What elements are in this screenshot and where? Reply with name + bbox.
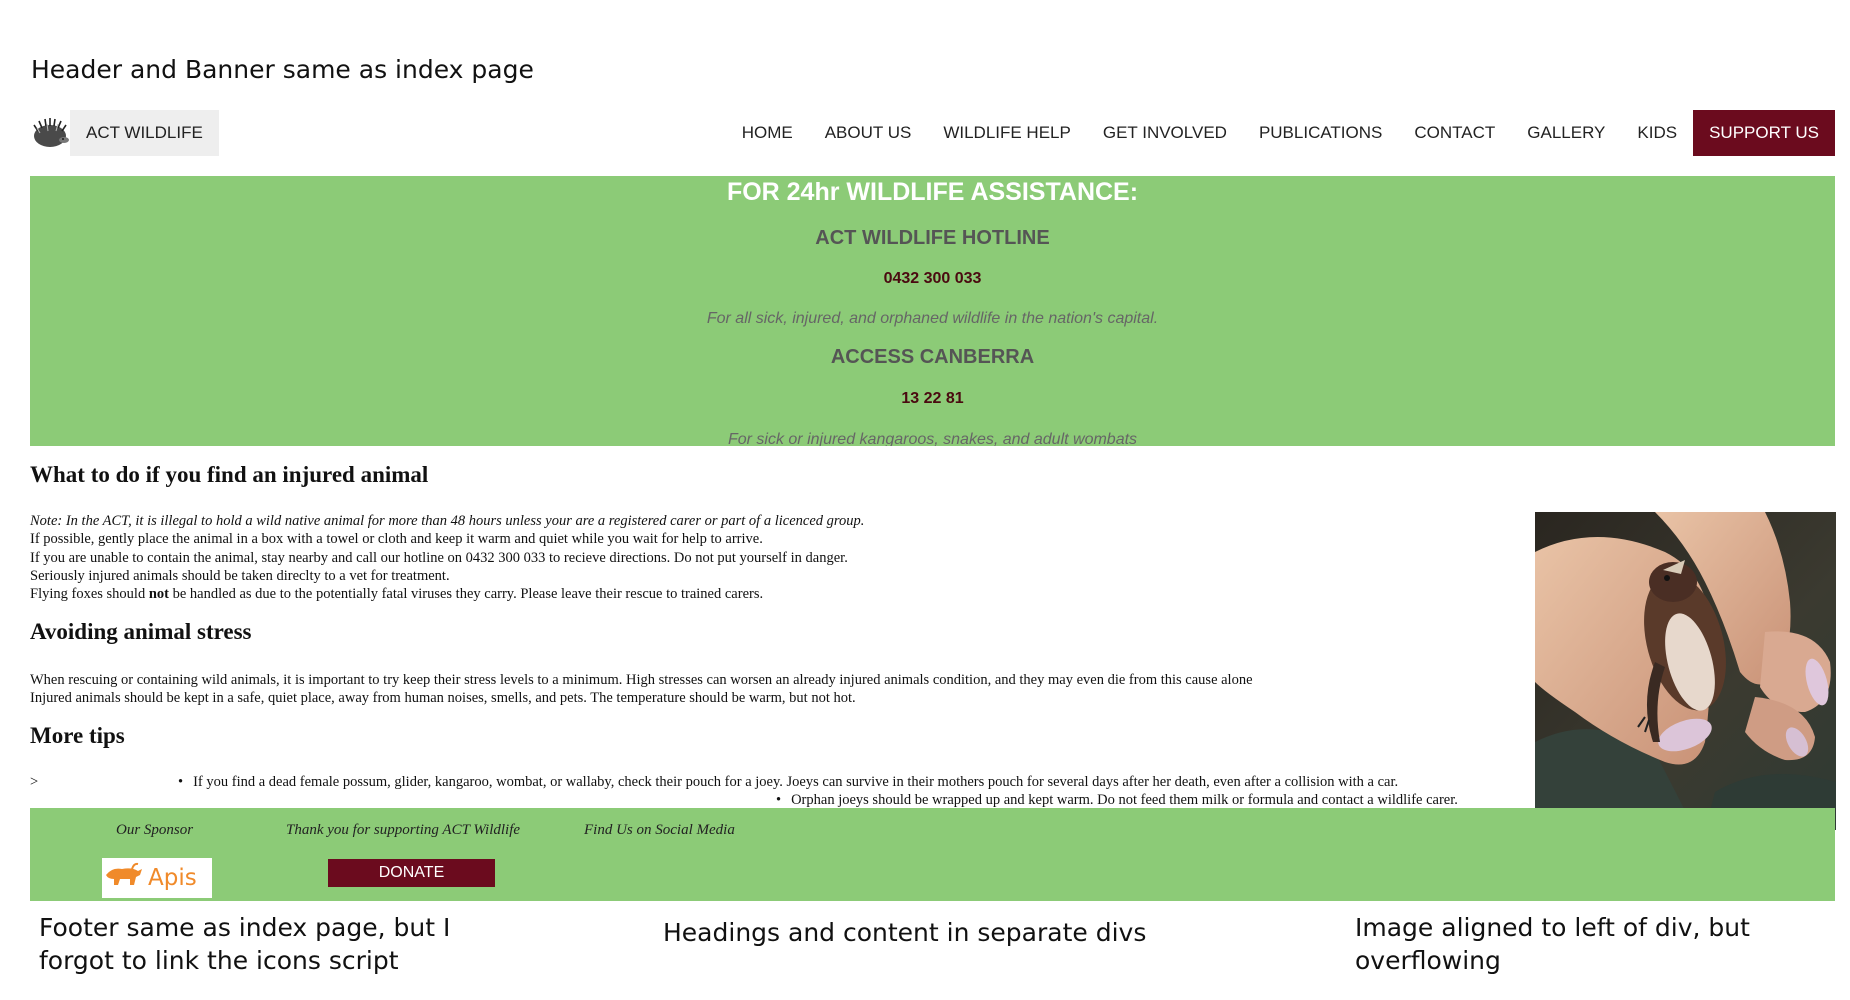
site-footer: Our Sponsor Thank you for supporting ACT… [30, 808, 1835, 901]
hotline-note: For all sick, injured, and orphaned wild… [706, 310, 1159, 327]
main-nav: HOME ABOUT US WILDLIFE HELP GET INVOLVED… [726, 110, 1835, 156]
bullet-icon: • [776, 792, 782, 808]
hotline-heading: ACT WILDLIFE HOTLINE [815, 227, 1050, 249]
apis-sponsor-logo[interactable]: Apis [102, 858, 212, 898]
section-heading-injured: What to do if you find an injured animal [30, 462, 428, 488]
content-line: When rescuing or containing wild animals… [30, 672, 1253, 688]
section-heading-tips: More tips [30, 723, 125, 749]
section-heading-stress: Avoiding animal stress [30, 619, 252, 645]
tip-list-item: • Orphan joeys should be wrapped up and k… [776, 792, 1458, 808]
social-media-label: Find Us on Social Media [584, 822, 735, 838]
heading-more-tips: More tips [30, 723, 125, 748]
nav-gallery[interactable]: GALLERY [1511, 110, 1621, 156]
donate-button[interactable]: DONATE [328, 859, 495, 887]
content-line: If possible, gently place the animal in … [30, 531, 763, 548]
heading-injured-animal: What to do if you find an injured animal [30, 462, 429, 487]
assistance-banner: FOR 24hr WILDLIFE ASSISTANCE: ACT WILDLI… [30, 176, 1835, 446]
bird-in-hand-photo [1535, 512, 1836, 830]
annotation-divs: Headings and content in separate divs [663, 918, 1147, 947]
site-header: ACT WILDLIFE HOME ABOUT US WILDLIFE HELP… [30, 110, 1835, 156]
access-canberra-phone[interactable]: 13 22 81 [30, 390, 1835, 408]
content-line: If you are unable to contain the animal,… [30, 549, 848, 566]
logo[interactable]: ACT WILDLIFE [30, 110, 219, 156]
section-text-stress: When rescuing or containing wild animals… [30, 671, 1480, 708]
annotation-image: Image aligned to left of div, but overfl… [1355, 913, 1750, 975]
echidna-logo-icon [30, 113, 70, 153]
legal-note: Note: In the ACT, it is illegal to hold … [30, 513, 865, 529]
flying-fox-line: Flying foxes should not be handled as du… [30, 586, 764, 603]
support-us-button[interactable]: SUPPORT US [1693, 110, 1835, 156]
content-line: Injured animals should be kept in a safe… [30, 690, 856, 707]
hotline-phone[interactable]: 0432 300 033 [30, 270, 1835, 288]
nav-about-us[interactable]: ABOUT US [809, 110, 928, 156]
banner-title: FOR 24hr WILDLIFE ASSISTANCE: [726, 178, 1139, 206]
sponsor-name: Apis [148, 865, 197, 891]
access-canberra-note: For sick or injured kangaroos, snakes, a… [727, 431, 1138, 446]
stray-arrow: > [30, 774, 39, 790]
brand-name[interactable]: ACT WILDLIFE [70, 110, 219, 156]
page: Header and Banner same as index page ACT… [0, 0, 1850, 1000]
nav-home[interactable]: HOME [726, 110, 809, 156]
heading-animal-stress: Avoiding animal stress [30, 619, 252, 644]
nav-publications[interactable]: PUBLICATIONS [1243, 110, 1398, 156]
access-canberra-heading: ACCESS CANBERRA [830, 346, 1035, 368]
nav-contact[interactable]: CONTACT [1398, 110, 1511, 156]
bull-icon [102, 861, 144, 896]
annotation-header: Header and Banner same as index page [31, 55, 534, 84]
annotation-footer: Footer same as index page, but I forgot … [39, 913, 451, 975]
bullet-icon: • [178, 774, 184, 790]
nav-wildlife-help[interactable]: WILDLIFE HELP [927, 110, 1087, 156]
thanks-label: Thank you for supporting ACT Wildlife [286, 822, 521, 838]
nav-get-involved[interactable]: GET INVOLVED [1087, 110, 1243, 156]
tip-list-item: • If you find a dead female possum, glide… [178, 774, 1399, 790]
content-line: Seriously injured animals should be take… [30, 567, 450, 584]
section-text-injured: Note: In the ACT, it is illegal to hold … [30, 512, 1430, 603]
nav-kids[interactable]: KIDS [1621, 110, 1693, 156]
sponsor-label: Our Sponsor [116, 822, 194, 838]
